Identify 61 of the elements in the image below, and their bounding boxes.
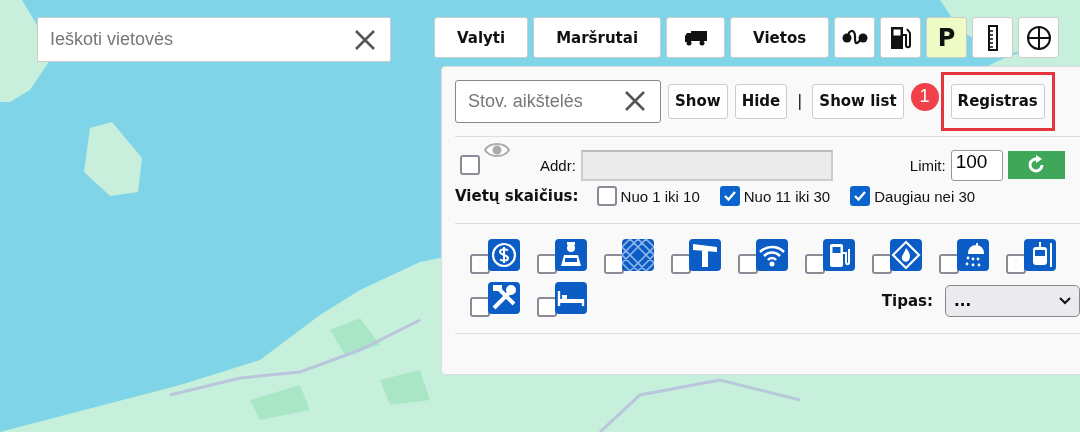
checkbox[interactable] xyxy=(805,254,825,274)
panel-button[interactable]: Registras xyxy=(950,83,1045,119)
limit-field[interactable]: 100 xyxy=(950,149,1003,181)
shower-icon xyxy=(957,239,989,271)
type-label: Tipas: xyxy=(881,292,933,310)
fence-icon xyxy=(622,239,654,271)
checkbox[interactable] xyxy=(872,254,892,274)
addr-field[interactable] xyxy=(580,149,833,181)
toolbar-button[interactable] xyxy=(880,17,922,58)
limit-label: Limit: xyxy=(909,156,946,174)
chevron-down-icon xyxy=(1059,297,1071,305)
search-field[interactable]: Ieškoti vietovės xyxy=(37,17,391,62)
toolbar-button[interactable]: Maršrutai xyxy=(533,17,662,58)
toolbar-button[interactable] xyxy=(666,17,726,58)
checkbox[interactable] xyxy=(738,254,758,274)
panel-button[interactable]: Hide xyxy=(734,83,788,119)
option-label: Nuo 1 iki 10 xyxy=(620,187,700,205)
wifi-icon xyxy=(756,239,788,271)
eye-icon xyxy=(484,141,510,159)
fuel-pump-icon xyxy=(888,24,913,51)
panel-button[interactable]: Show list xyxy=(812,83,904,119)
type-dropdown[interactable]: ... xyxy=(945,285,1080,317)
count-label: Vietų skaičius: xyxy=(455,187,579,205)
checkbox[interactable] xyxy=(470,297,490,317)
option-label: Daugiau nei 30 xyxy=(874,187,976,205)
checkbox[interactable] xyxy=(604,254,624,274)
checkbox[interactable] xyxy=(537,254,557,274)
addr-label: Addr: xyxy=(540,156,576,174)
money-icon xyxy=(488,239,520,271)
tools-icon xyxy=(488,282,520,314)
check-icon xyxy=(853,189,868,203)
search-field[interactable]: Stov. aikštelės xyxy=(455,79,661,123)
checkbox[interactable] xyxy=(671,254,691,274)
toolbar-button[interactable]: Vietos xyxy=(730,17,830,58)
step-badge: 1 xyxy=(910,82,939,111)
toolbar-button[interactable] xyxy=(972,17,1014,58)
fuel-icon xyxy=(823,239,855,271)
toolbar-button[interactable] xyxy=(1018,17,1060,58)
toolbar-button[interactable] xyxy=(834,17,876,58)
checkbox[interactable] xyxy=(850,186,871,206)
checkbox[interactable] xyxy=(939,254,959,274)
crosshair-icon xyxy=(1025,24,1052,51)
option-label: Nuo 11 iki 30 xyxy=(743,187,831,205)
checkbox[interactable] xyxy=(537,297,557,317)
check-icon xyxy=(722,189,737,203)
close-icon[interactable] xyxy=(353,27,377,52)
refresh-button[interactable] xyxy=(1007,151,1065,179)
parking-button[interactable]: P xyxy=(926,17,968,58)
panel-button[interactable]: Show xyxy=(668,83,728,119)
checkbox[interactable] xyxy=(470,254,490,274)
close-icon[interactable] xyxy=(623,89,647,113)
checkbox[interactable] xyxy=(596,186,617,206)
ruler-icon xyxy=(986,24,999,51)
person-icon xyxy=(555,239,587,271)
checkbox[interactable] xyxy=(719,186,740,206)
bed-icon xyxy=(555,282,587,314)
toolbar-button[interactable]: Valyti xyxy=(434,17,529,58)
separator: | xyxy=(797,92,803,110)
checkbox[interactable] xyxy=(1006,254,1026,274)
checkbox[interactable] xyxy=(460,155,480,175)
truck-icon xyxy=(683,29,708,46)
